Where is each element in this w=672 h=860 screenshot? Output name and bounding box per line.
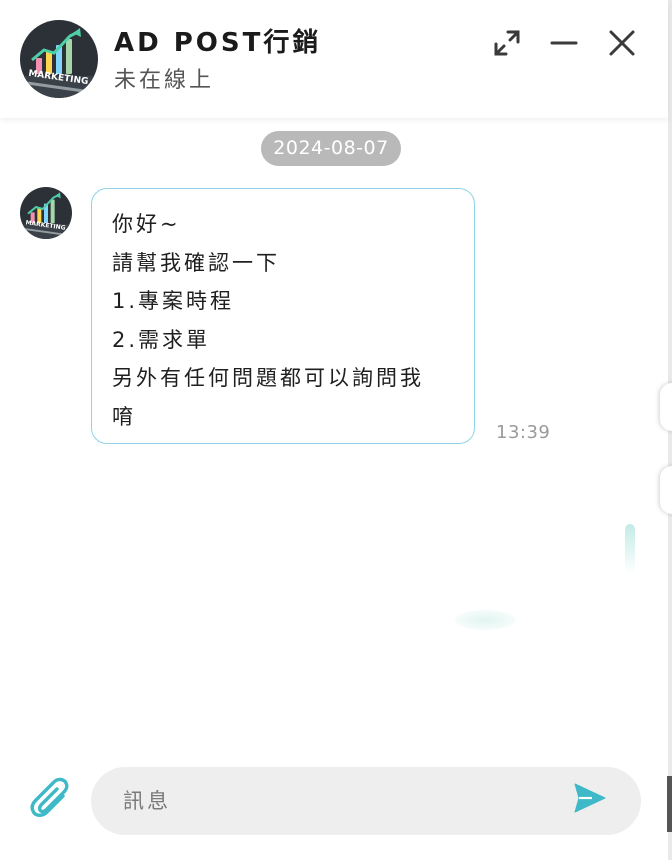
online-status: 未在線上 (114, 68, 215, 93)
close-button[interactable] (605, 26, 639, 60)
minimize-icon (550, 41, 578, 45)
message-bubble: 你好~ 請幫我確認一下 1.專案時程 2.需求單 另外有任何問題都可以詢問我 唷 (91, 188, 475, 444)
message-line: 你好~ (112, 212, 181, 236)
message-line: 唷 (112, 404, 136, 429)
date-separator: 2024-08-07 (261, 131, 401, 166)
message-line: 另外有任何問題都可以詢問我 (112, 366, 424, 390)
send-button[interactable] (572, 780, 608, 816)
decorative-glow (455, 610, 515, 630)
close-icon (609, 30, 635, 56)
message-line: 1.專案時程 (112, 289, 235, 313)
message-avatar: MARKETING (20, 187, 72, 239)
message-timestamp: 13:39 (496, 422, 551, 443)
expand-button[interactable] (490, 26, 524, 60)
minimize-button[interactable] (547, 26, 581, 60)
scrollbar-thumb[interactable] (667, 776, 672, 832)
chat-header: MARKETING AD POST行銷 未在線上 (0, 0, 668, 118)
side-tab[interactable] (660, 383, 672, 431)
send-icon (574, 783, 606, 813)
decorative-mark (625, 524, 635, 574)
avatar: MARKETING (20, 20, 98, 98)
chat-title: AD POST行銷 (114, 28, 322, 58)
chat-window: MARKETING AD POST行銷 未在線上 2024-08-07 MARK… (0, 0, 672, 860)
side-tab[interactable] (660, 466, 672, 514)
message-line: 2.需求單 (112, 327, 211, 352)
message-input[interactable] (91, 767, 641, 835)
paperclip-icon (30, 777, 69, 817)
expand-icon (494, 30, 520, 56)
attach-button[interactable] (30, 776, 72, 822)
message-line: 請幫我確認一下 (112, 250, 280, 275)
